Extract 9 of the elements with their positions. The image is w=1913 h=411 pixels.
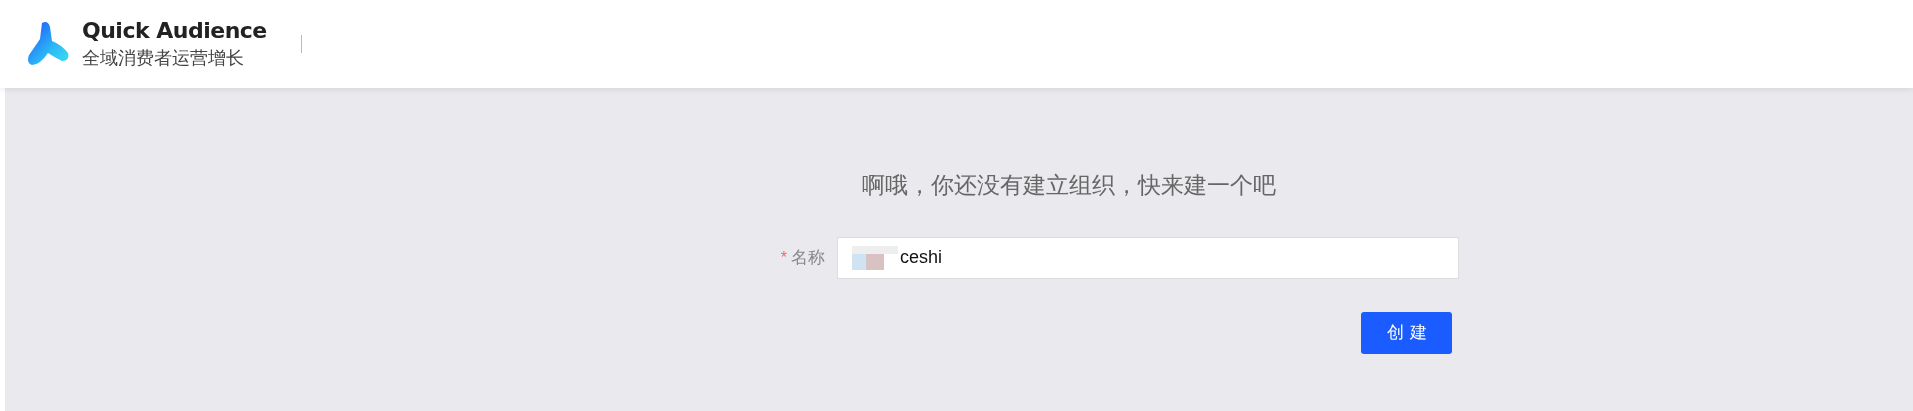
empty-state-heading: 啊哦，你还没有建立组织，快来建一个吧 <box>862 172 1276 198</box>
name-input-field[interactable]: ceshi <box>837 236 1459 279</box>
app-title: Quick Audience <box>82 17 267 45</box>
field-value: ceshi <box>900 246 943 269</box>
field-label: 名称 <box>791 246 825 269</box>
create-button[interactable]: 创建 <box>1361 311 1452 354</box>
app-subtitle: 全域消费者运营增长 <box>82 47 245 70</box>
required-asterisk: * <box>780 247 787 268</box>
logo-icon <box>26 21 70 67</box>
